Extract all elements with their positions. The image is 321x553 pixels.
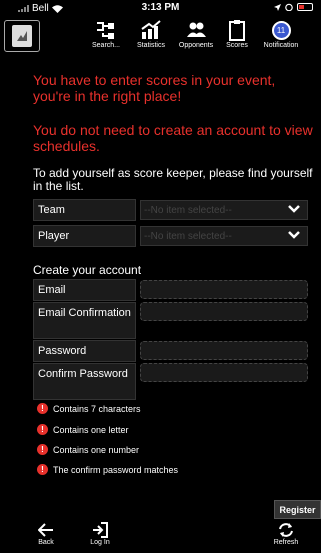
refresh-button[interactable]: Refresh <box>266 520 306 546</box>
battery-icon <box>297 3 313 11</box>
toolbar-notification-label: Notification <box>263 42 299 49</box>
requirement-item: ! Contains one letter <box>37 424 129 435</box>
toolbar-notification[interactable]: 11 Notification <box>257 18 305 49</box>
requirement-text: Contains one number <box>53 444 140 455</box>
confirm-password-field[interactable] <box>140 363 308 382</box>
battery-level <box>299 5 304 9</box>
error-icon: ! <box>37 403 48 414</box>
toolbar-statistics-label: Statistics <box>136 42 165 49</box>
toolbar-search-label: Search... <box>91 42 120 49</box>
refresh-label: Refresh <box>273 539 299 546</box>
scores-icon <box>229 20 245 41</box>
team-select[interactable]: --No item selected-- <box>140 200 308 220</box>
requirement-text: The confirm password matches <box>53 464 179 475</box>
register-button[interactable]: Register <box>274 500 321 519</box>
error-icon: ! <box>37 464 48 475</box>
top-toolbar: Search... Statistics Opponents Scores 11… <box>0 16 321 56</box>
login-label: Log In <box>90 539 110 546</box>
alarm-icon <box>285 3 293 11</box>
requirement-text: Contains one letter <box>53 424 129 435</box>
refresh-icon <box>279 522 293 537</box>
app-logo-icon[interactable] <box>4 20 40 52</box>
password-field[interactable] <box>140 341 308 360</box>
create-account-title: Create your account <box>33 263 142 277</box>
back-label: Back <box>38 539 54 546</box>
email-confirmation-field[interactable] <box>140 302 308 321</box>
email-confirmation-label: Email Confirmation <box>33 302 136 339</box>
login-icon <box>93 521 108 538</box>
confirm-password-label: Confirm Password <box>33 363 136 400</box>
notification-badge: 11 <box>271 20 291 40</box>
player-label: Player <box>33 225 136 247</box>
statistics-icon <box>141 20 161 39</box>
toolbar-search[interactable]: Search... <box>82 18 130 49</box>
team-select-value: --No item selected-- <box>144 205 232 216</box>
toolbar-statistics[interactable]: Statistics <box>127 18 175 49</box>
requirement-item: ! The confirm password matches <box>37 464 178 475</box>
player-select[interactable]: --No item selected-- <box>140 226 308 246</box>
toolbar-scores-label: Scores <box>226 42 248 49</box>
player-select-value: --No item selected-- <box>144 231 232 242</box>
login-button[interactable]: Log In <box>80 520 120 546</box>
location-icon <box>274 3 281 11</box>
primary-message: You have to enter scores in your event, … <box>33 72 276 104</box>
chevron-down-icon <box>288 205 300 213</box>
status-bar: Bell 3:13 PM <box>0 0 321 16</box>
requirement-item: ! Contains 7 characters <box>37 403 141 414</box>
requirement-text: Contains 7 characters <box>53 403 141 414</box>
team-label: Team <box>33 199 136 221</box>
requirement-item: ! Contains one number <box>37 444 139 455</box>
search-tree-icon <box>97 22 114 39</box>
error-icon: ! <box>37 424 48 435</box>
email-label: Email <box>33 279 136 301</box>
arrow-left-icon <box>38 522 53 537</box>
bottom-toolbar: Back Log In Refresh <box>0 518 321 553</box>
secondary-message: You do not need to create an account to … <box>33 122 313 154</box>
status-right <box>274 3 313 11</box>
back-button[interactable]: Back <box>26 520 66 546</box>
toolbar-scores[interactable]: Scores <box>213 18 261 49</box>
error-icon: ! <box>37 444 48 455</box>
chevron-down-icon <box>288 231 300 239</box>
status-time: 3:13 PM <box>141 2 180 13</box>
email-field[interactable] <box>140 280 308 299</box>
opponents-icon <box>187 22 206 37</box>
instruction-text: To add yourself as score keeper, please … <box>33 166 313 193</box>
password-label: Password <box>33 340 136 362</box>
